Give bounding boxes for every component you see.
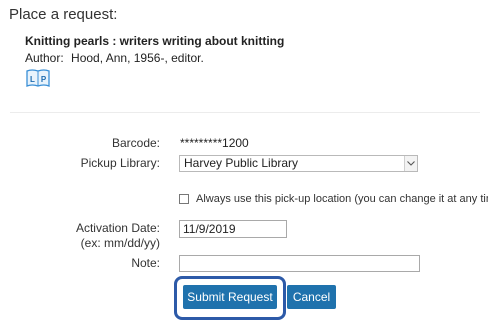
activation-date-label: Activation Date: [75, 221, 160, 235]
note-label: Note: [131, 256, 160, 270]
item-author: Author: Hood, Ann, 1956-, editor. [25, 51, 204, 65]
activation-date-hint: (ex: mm/dd/yy) [80, 236, 160, 250]
submit-request-button[interactable]: Submit Request [183, 285, 277, 309]
pickup-library-select[interactable]: Harvey Public Library [179, 155, 418, 172]
barcode-value: *********1200 [180, 136, 249, 150]
activation-date-input[interactable]: 11/9/2019 [179, 220, 287, 238]
page-title: Place a request: [9, 6, 118, 23]
cancel-button[interactable]: Cancel [287, 285, 336, 309]
svg-text:P: P [41, 75, 47, 84]
author-label: Author: [25, 51, 64, 65]
pickup-library-selected: Harvey Public Library [184, 156, 299, 170]
item-title: Knitting pearls : writers writing about … [25, 34, 285, 48]
pickup-library-label: Pickup Library: [80, 156, 160, 170]
large-print-book-icon: L P [25, 68, 51, 88]
section-divider [10, 112, 480, 113]
always-use-checkbox[interactable] [179, 194, 189, 204]
author-value: Hood, Ann, 1956-, editor. [71, 51, 204, 65]
place-request-page: Place a request: Knitting pearls : write… [0, 0, 488, 330]
note-input[interactable] [179, 255, 420, 272]
chevron-down-icon[interactable] [404, 156, 417, 171]
barcode-label: Barcode: [111, 136, 160, 150]
svg-text:L: L [30, 75, 35, 84]
always-use-label: Always use this pick-up location (you ca… [196, 193, 488, 205]
